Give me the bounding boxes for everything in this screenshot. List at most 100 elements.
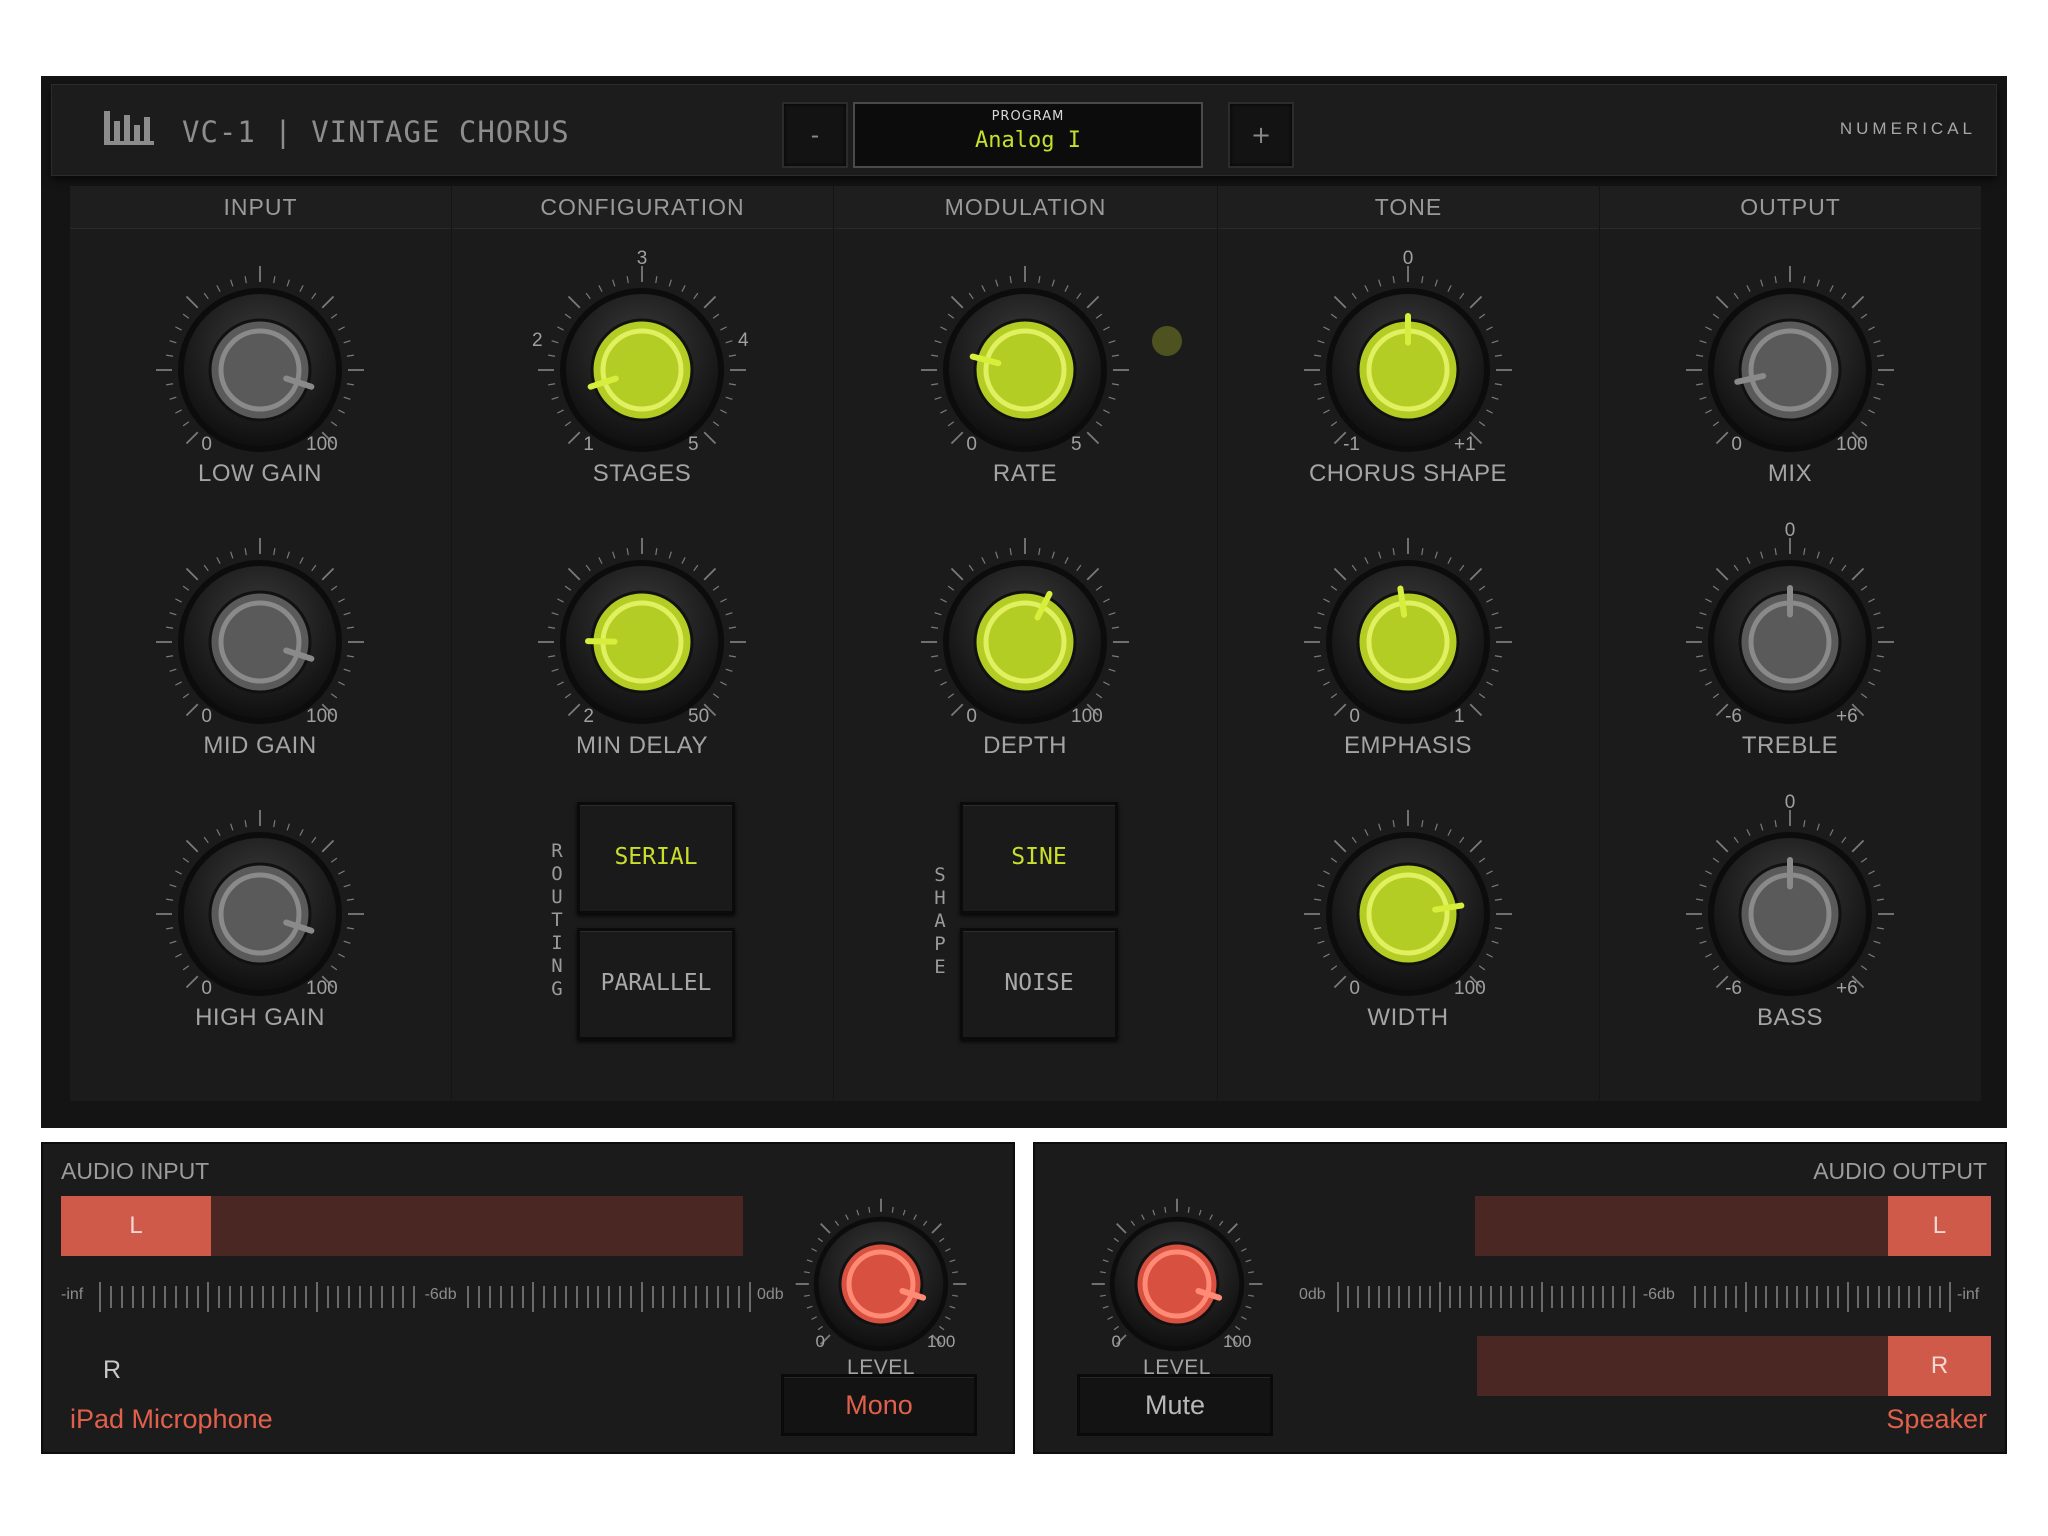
bass-knob[interactable]: BASS -6 +6 0 bbox=[1686, 792, 1894, 1031]
knob-min-label: 0 bbox=[201, 706, 212, 727]
scale-tick bbox=[1337, 1282, 1339, 1312]
knob-right-label: 4 bbox=[738, 330, 749, 351]
scale-tick bbox=[120, 1286, 123, 1308]
input-mono-button[interactable]: Mono bbox=[781, 1374, 977, 1436]
scale-tick bbox=[1755, 1286, 1758, 1308]
emphasis-knob[interactable]: EMPHASIS 0 1 bbox=[1304, 538, 1512, 759]
low-gain-knob[interactable]: LOW GAIN 0 100 bbox=[156, 266, 364, 487]
shape-sine-button[interactable]: SINE bbox=[960, 802, 1118, 914]
scale-tick bbox=[564, 1286, 567, 1308]
scale-tick bbox=[218, 1286, 221, 1308]
header-bar: VC-1 | VINTAGE CHORUS - PROGRAM Analog I… bbox=[51, 84, 1997, 176]
scale-tick bbox=[272, 1286, 275, 1308]
knob-max-label: 50 bbox=[688, 706, 710, 727]
scale-tick bbox=[1612, 1286, 1615, 1308]
section-title-configuration: CONFIGURATION bbox=[452, 186, 833, 229]
chorus-shape-knob[interactable]: CHORUS SHAPE -1 +1 0 bbox=[1304, 248, 1512, 487]
section-title-modulation: MODULATION bbox=[834, 186, 1217, 229]
shape-noise-button[interactable]: NOISE bbox=[960, 928, 1118, 1040]
scale-tick bbox=[705, 1286, 708, 1308]
knob-label: CHORUS SHAPE bbox=[1308, 460, 1508, 487]
scale-tick bbox=[1428, 1286, 1431, 1308]
knob-center-label: 0 bbox=[1402, 248, 1414, 269]
mid-gain-knob[interactable]: MID GAIN 0 100 bbox=[156, 538, 364, 759]
knob-min-label: 0 bbox=[966, 706, 977, 727]
scale-tick bbox=[1836, 1286, 1839, 1308]
knob-min-label: 0 bbox=[1111, 1332, 1121, 1351]
scale-tick bbox=[1551, 1286, 1554, 1308]
scale-tick bbox=[1398, 1286, 1401, 1308]
scale-tick bbox=[1459, 1286, 1462, 1308]
scale-tick bbox=[738, 1286, 741, 1308]
scale-tick bbox=[1377, 1286, 1380, 1308]
stages-knob[interactable]: STAGES 1 5 3 2 4 bbox=[532, 248, 749, 487]
program-display[interactable]: PROGRAM Analog I bbox=[853, 102, 1203, 168]
scale-mid-label: -6db bbox=[1642, 1286, 1675, 1303]
output-mute-button[interactable]: Mute bbox=[1077, 1374, 1273, 1436]
scale-tick bbox=[467, 1286, 470, 1308]
audio-output-title: AUDIO OUTPUT bbox=[1813, 1158, 1987, 1184]
knob-label: MID GAIN bbox=[203, 732, 317, 759]
scale-tick bbox=[1816, 1286, 1819, 1308]
scale-tick bbox=[99, 1282, 101, 1312]
output-device-name[interactable]: Speaker bbox=[1886, 1404, 1987, 1435]
scale-tick bbox=[164, 1286, 166, 1308]
knob-graphic bbox=[1091, 1198, 1263, 1352]
audio-input-title: AUDIO INPUT bbox=[61, 1158, 210, 1184]
scale-tick bbox=[608, 1286, 611, 1308]
high-gain-knob[interactable]: HIGH GAIN 0 100 bbox=[156, 810, 364, 1031]
scale-tick bbox=[1877, 1286, 1880, 1308]
section-title-input: INPUT bbox=[70, 186, 451, 229]
scale-tick bbox=[1908, 1286, 1911, 1308]
input-level-knob[interactable]: LEVEL 0 100 bbox=[781, 1184, 981, 1394]
scale-tick bbox=[673, 1286, 676, 1308]
width-knob[interactable]: WIDTH 0 100 bbox=[1304, 810, 1512, 1031]
min-delay-knob[interactable]: MIN DELAY 2 50 bbox=[538, 538, 746, 759]
knob-graphic bbox=[1304, 266, 1512, 452]
knob-max-label: 100 bbox=[1454, 978, 1486, 999]
plugin-title: VC-1 | VINTAGE CHORUS bbox=[182, 115, 570, 149]
knob-max-label: +6 bbox=[1836, 978, 1858, 999]
scale-tick bbox=[1785, 1286, 1788, 1308]
scale-tick bbox=[684, 1286, 686, 1308]
program-prev-button[interactable]: - bbox=[782, 102, 848, 168]
scale-tick bbox=[1530, 1286, 1533, 1308]
knob-max-label: +6 bbox=[1836, 706, 1858, 727]
scale-tick bbox=[359, 1286, 361, 1308]
audio-output-panel: AUDIO OUTPUT L 0db -6db -inf R Speaker LEV… bbox=[1033, 1142, 2007, 1454]
scale-tick bbox=[294, 1286, 296, 1308]
knob-min-label: 0 bbox=[815, 1332, 825, 1351]
scale-tick bbox=[499, 1286, 502, 1308]
scale-mid-label: -6db bbox=[424, 1286, 457, 1303]
scale-tick bbox=[1734, 1286, 1737, 1308]
routing-serial-button[interactable]: SERIAL bbox=[577, 802, 735, 914]
knob-min-label: 0 bbox=[1349, 706, 1360, 727]
scale-tick bbox=[109, 1286, 112, 1308]
treble-knob[interactable]: TREBLE -6 +6 0 bbox=[1686, 520, 1894, 759]
depth-knob[interactable]: DEPTH 0 100 bbox=[921, 538, 1129, 759]
output-left-meter: L bbox=[1475, 1196, 1991, 1256]
knob-center-label: 0 bbox=[1784, 792, 1796, 813]
mix-knob[interactable]: MIX 0 100 bbox=[1686, 266, 1894, 487]
scale-tick bbox=[554, 1286, 556, 1308]
knob-graphic bbox=[1304, 538, 1512, 724]
output-level-scale: 0db -6db -inf bbox=[1299, 1276, 1991, 1316]
program-next-button[interactable]: + bbox=[1228, 102, 1294, 168]
knob-left-label: 2 bbox=[532, 330, 543, 351]
scale-tick bbox=[651, 1286, 654, 1308]
scale-tick bbox=[1898, 1286, 1900, 1308]
rate-knob[interactable]: RATE 0 5 bbox=[921, 266, 1129, 487]
output-level-knob[interactable]: LEVEL 0 100 bbox=[1077, 1184, 1277, 1394]
scale-tick bbox=[1928, 1286, 1931, 1308]
scale-tick bbox=[402, 1286, 405, 1308]
knob-max-label: 100 bbox=[306, 706, 338, 727]
scale-tick bbox=[348, 1286, 351, 1308]
scale-tick bbox=[1632, 1286, 1635, 1308]
scale-tick bbox=[337, 1286, 340, 1308]
input-device-name[interactable]: iPad Microphone bbox=[70, 1404, 273, 1435]
knob-center-label: 3 bbox=[636, 248, 648, 269]
scale-tick bbox=[185, 1286, 188, 1308]
scale-tick bbox=[131, 1286, 134, 1308]
routing-parallel-button[interactable]: PARALLEL bbox=[577, 928, 735, 1040]
knob-max-label: +1 bbox=[1454, 434, 1476, 455]
